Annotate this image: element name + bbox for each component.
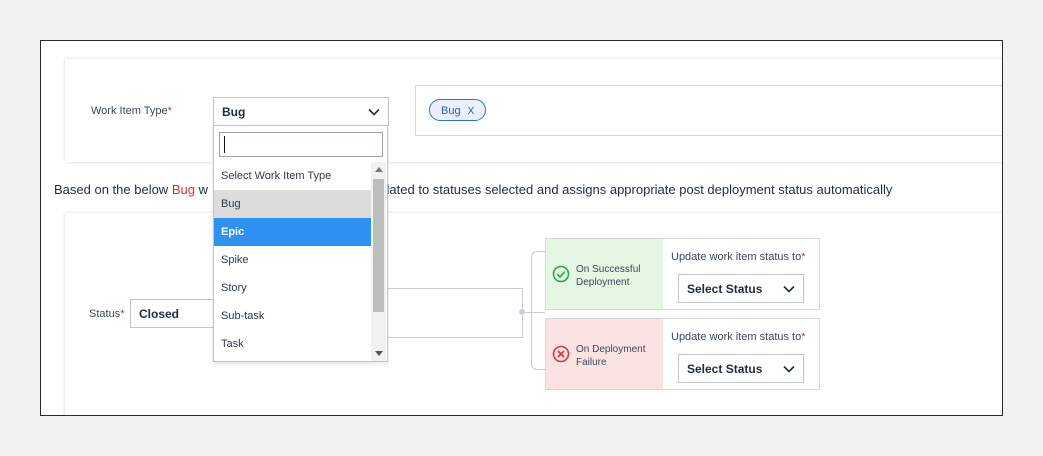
on-success-header: On Successful Deployment [546, 239, 663, 309]
work-item-type-label: Work Item Type* [91, 105, 172, 117]
check-circle-icon [552, 265, 570, 283]
dropdown-search-input[interactable] [219, 132, 383, 157]
chevron-down-icon [783, 365, 795, 373]
option-epic[interactable]: Epic [214, 218, 371, 246]
dropdown-options: Select Work Item Type Bug Epic Spike Sto… [214, 162, 371, 358]
required-mark: * [801, 331, 806, 343]
required-mark: * [801, 251, 806, 263]
option-story[interactable]: Story [214, 274, 371, 302]
status-select[interactable]: Closed [130, 299, 225, 328]
text-caret [224, 136, 225, 153]
on-success-panel: On Successful Deployment Update work ite… [545, 238, 820, 310]
option-spike[interactable]: Spike [214, 246, 371, 274]
option-sub-task[interactable]: Sub-task [214, 302, 371, 330]
success-status-select[interactable]: Select Status [678, 274, 804, 303]
failure-update-label: Update work item status to* [671, 331, 806, 343]
connector-branch-down [531, 312, 545, 370]
option-bug[interactable]: Bug [214, 190, 371, 218]
on-failure-header: On Deployment Failure [546, 319, 663, 389]
connector-dot [519, 309, 525, 315]
info-highlight: Bug [171, 182, 195, 197]
chevron-down-icon [783, 285, 795, 293]
scroll-down-arrow-icon[interactable] [375, 351, 383, 356]
chevron-down-icon [368, 108, 380, 116]
option-select-work-item-type[interactable]: Select Work Item Type [214, 162, 371, 190]
required-mark: * [167, 105, 172, 117]
success-update-label: Update work item status to* [671, 251, 806, 263]
dropdown-scrollbar[interactable] [371, 162, 386, 361]
tag-bug: Bug X [429, 99, 487, 121]
option-task[interactable]: Task [214, 330, 371, 358]
work-item-type-selected-value: Bug [222, 105, 246, 119]
form-frame: Work Item Type* Bug Bug X Based on the be… [40, 40, 1003, 416]
error-circle-icon [552, 345, 570, 363]
status-value: Closed [139, 307, 180, 321]
on-failure-panel: On Deployment Failure Update work item s… [545, 318, 820, 390]
status-label: Status* [89, 308, 125, 320]
work-item-type-select[interactable]: Bug [213, 97, 389, 126]
failure-status-select[interactable]: Select Status [678, 354, 804, 383]
selected-work-item-types[interactable]: Bug X [415, 85, 1002, 136]
scroll-up-arrow-icon[interactable] [375, 167, 383, 172]
work-item-type-dropdown: Select Work Item Type Bug Epic Spike Sto… [213, 125, 388, 362]
info-text: Based on the below Bug w anges related to… [54, 182, 893, 197]
tag-remove-button[interactable]: X [468, 106, 475, 117]
scrollbar-thumb[interactable] [373, 179, 384, 312]
required-mark: * [120, 308, 125, 320]
connector-branch-up [531, 251, 545, 313]
connector-box [381, 288, 523, 338]
